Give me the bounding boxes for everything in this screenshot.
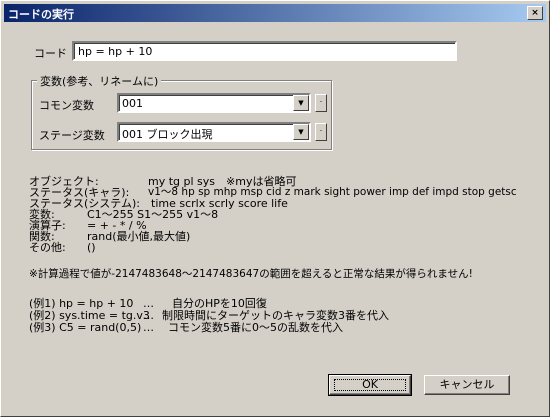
example-1-description: 自分のHPを10回復 — [172, 297, 267, 310]
common-variable-label: コモン変数 — [39, 99, 94, 112]
stage-variable-value: 001 ブロック出現 — [122, 128, 213, 141]
dialog-window: コードの実行 × コード 変数(参考、リネームに) コモン変数 001 ▼ . … — [0, 0, 550, 417]
stage-variable-select[interactable]: 001 ブロック出現 ▼ — [117, 122, 311, 142]
other-label: その他: — [29, 241, 66, 254]
cancel-button[interactable]: キャンセル — [424, 375, 510, 395]
cancel-button-label: キャンセル — [439, 378, 495, 391]
close-button[interactable]: × — [527, 6, 543, 20]
ok-button[interactable]: OK — [328, 374, 412, 396]
common-variable-rename-button[interactable]: . — [315, 94, 327, 112]
example-1-code: (例1) hp = hp + 10 — [29, 297, 134, 310]
window-title: コードの実行 — [8, 8, 74, 21]
variables-group-title: 変数(参考、リネームに) — [37, 73, 162, 89]
example-1-separator: … — [143, 297, 154, 310]
stage-variable-label: ステージ変数 — [39, 129, 105, 142]
example-2-separator: … — [143, 309, 154, 322]
title-bar[interactable]: コードの実行 × — [4, 4, 546, 22]
chevron-down-icon[interactable]: ▼ — [293, 124, 309, 140]
code-label: コード — [34, 47, 67, 60]
example-3-code: (例3) C5 = rand(0,5) — [29, 321, 142, 334]
function-value: rand(最小値,最大値) — [87, 230, 191, 243]
code-input[interactable] — [72, 41, 457, 61]
focus-indicator — [334, 379, 406, 391]
example-2-code: (例2) sys.time = tg.v3 — [29, 309, 150, 322]
stage-variable-rename-button[interactable]: . — [315, 123, 327, 141]
example-2-description: 制限時間にターゲットのキャラ変数3番を代入 — [162, 309, 389, 322]
warning-text: ※計算過程で値が-2147483648〜2147483647の範囲を超えると正常… — [29, 268, 473, 280]
example-3-separator: … — [143, 321, 154, 334]
chevron-down-icon[interactable]: ▼ — [293, 95, 309, 111]
common-variable-value: 001 — [122, 97, 143, 110]
common-variable-select[interactable]: 001 ▼ — [117, 93, 311, 113]
example-3-description: コモン変数5番に0〜5の乱数を代入 — [168, 321, 343, 334]
other-value: () — [87, 241, 96, 254]
